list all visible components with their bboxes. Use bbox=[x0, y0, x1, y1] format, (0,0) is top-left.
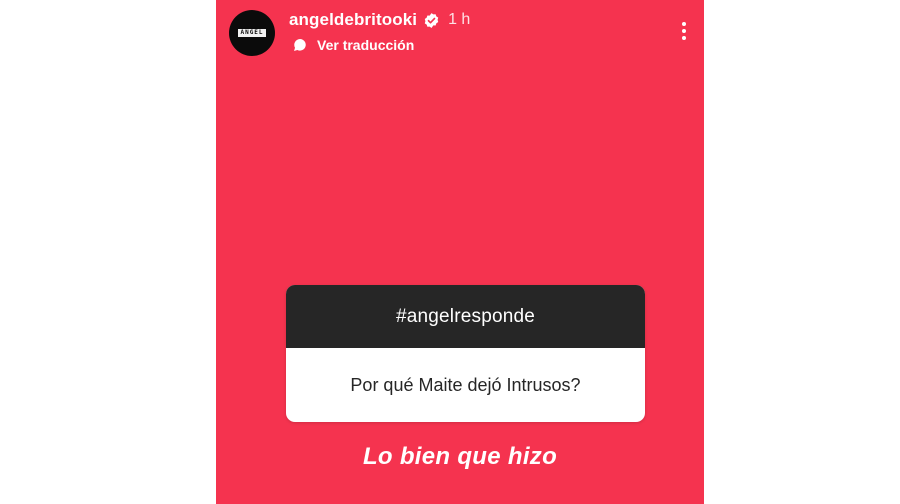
story-header: ANGEL angeldebritooki 1 h Ver traducción bbox=[216, 0, 704, 70]
story-viewer: ANGEL angeldebritooki 1 h Ver traducción… bbox=[216, 0, 704, 504]
more-dot bbox=[682, 36, 686, 40]
translation-label: Ver traducción bbox=[317, 37, 415, 53]
avatar[interactable]: ANGEL bbox=[229, 10, 275, 56]
question-text: Por qué Maite dejó Intrusos? bbox=[350, 374, 581, 395]
more-dot bbox=[682, 29, 686, 33]
user-row: angeldebritooki 1 h bbox=[289, 8, 470, 32]
translation-link[interactable]: Ver traducción bbox=[293, 35, 414, 55]
question-sticker-title: #angelresponde bbox=[395, 305, 536, 327]
question-sticker: #angelresponde Por qué Maite dejó Intrus… bbox=[286, 285, 645, 422]
more-vertical-icon[interactable] bbox=[674, 18, 694, 44]
question-sticker-body: Por qué Maite dejó Intrusos? bbox=[286, 348, 645, 422]
post-time: 1 h bbox=[448, 11, 471, 28]
avatar-logo-text: ANGEL bbox=[238, 29, 266, 37]
question-sticker-header: #angelresponde bbox=[286, 285, 645, 348]
speech-bubble-icon bbox=[294, 39, 306, 51]
answer-text: Lo bien que hizo bbox=[362, 443, 558, 470]
verified-badge-icon bbox=[424, 12, 439, 28]
more-dot bbox=[682, 22, 686, 26]
username[interactable]: angeldebritooki bbox=[289, 10, 417, 30]
